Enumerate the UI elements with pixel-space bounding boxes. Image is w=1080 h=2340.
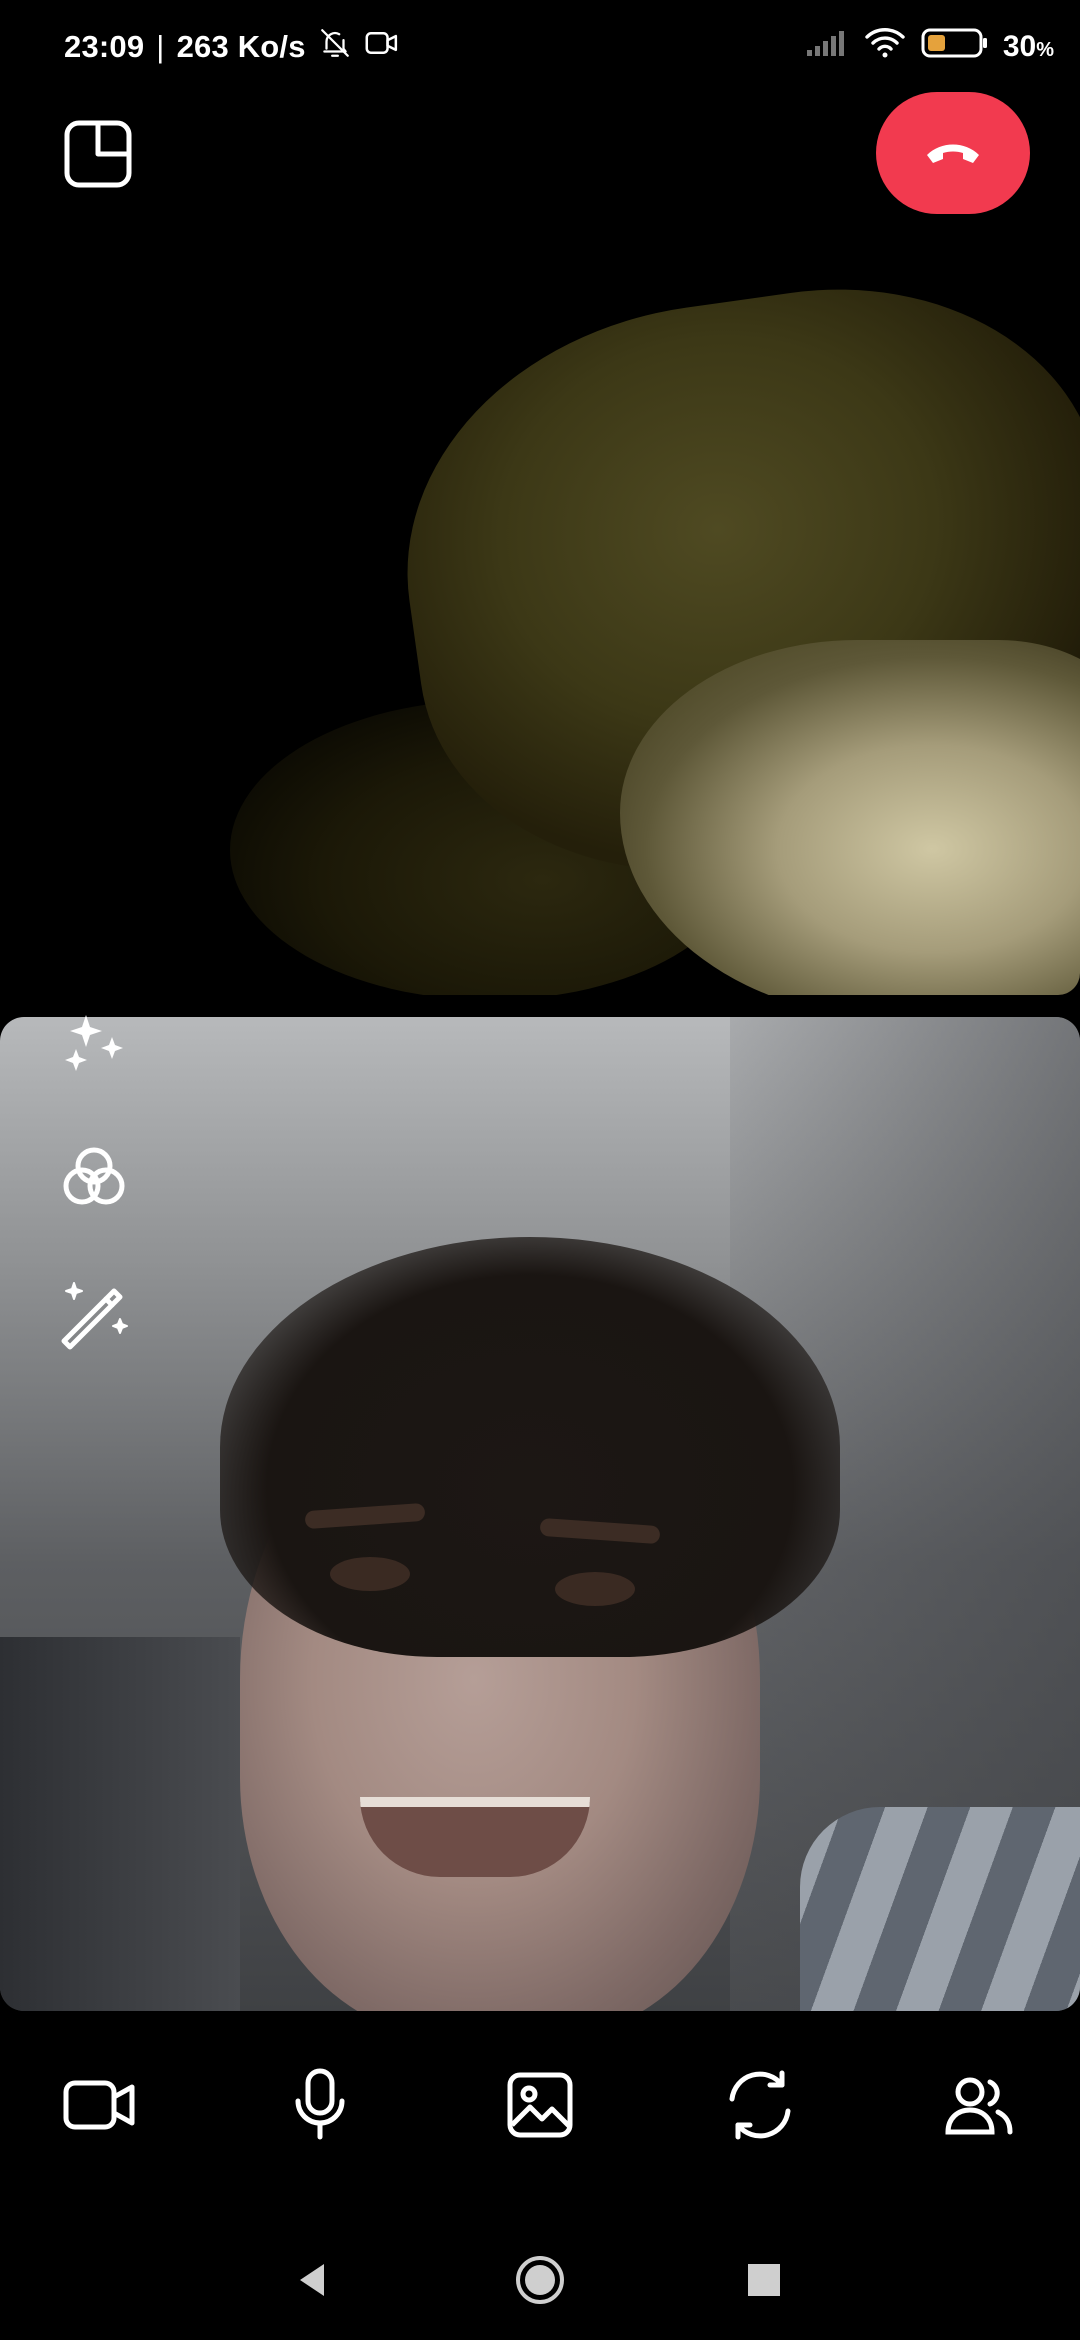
- battery-percent-unit: %: [1036, 39, 1054, 61]
- participants-icon[interactable]: [935, 2060, 1025, 2150]
- battery-percent: 30%: [1003, 30, 1054, 64]
- status-time: 23:09: [64, 29, 145, 64]
- recents-icon[interactable]: [734, 2250, 794, 2310]
- local-video-background: [0, 1637, 240, 2011]
- gallery-icon[interactable]: [495, 2060, 585, 2150]
- status-network-speed: 263 Ko/s: [176, 29, 306, 64]
- home-icon[interactable]: [510, 2250, 570, 2310]
- local-video-eye-left: [330, 1557, 410, 1591]
- magic-wand-icon[interactable]: [54, 1271, 134, 1351]
- back-icon[interactable]: [282, 2250, 342, 2310]
- layout-icon[interactable]: [62, 118, 134, 190]
- end-call-icon: [921, 131, 985, 176]
- battery-percent-value: 30: [1002, 30, 1037, 63]
- remote-video-blanket: [620, 640, 1080, 995]
- end-call-button[interactable]: [876, 92, 1030, 214]
- local-video[interactable]: [0, 1017, 1080, 2011]
- status-left: 23:09 | 263 Ko/s: [64, 26, 400, 68]
- battery-icon: [921, 27, 989, 67]
- status-right: 30%: [805, 26, 1054, 68]
- status-bar: 23:09 | 263 Ko/s 30%: [0, 0, 1080, 100]
- wifi-icon: [863, 26, 907, 68]
- status-separator: |: [156, 29, 165, 64]
- video-camera-small-icon: [364, 28, 400, 66]
- local-video-hair: [220, 1237, 840, 1657]
- switch-camera-icon[interactable]: [715, 2060, 805, 2150]
- signal-icon: [805, 28, 849, 66]
- local-video-shirt: [800, 1807, 1080, 2011]
- video-camera-icon[interactable]: [55, 2060, 145, 2150]
- bell-off-icon: [318, 26, 352, 68]
- call-controls: [0, 2060, 1080, 2190]
- local-video-eye-right: [555, 1572, 635, 1606]
- color-filter-icon[interactable]: [54, 1138, 134, 1218]
- microphone-icon[interactable]: [275, 2060, 365, 2150]
- navigation-bar: [0, 2220, 1080, 2340]
- sparkles-icon[interactable]: [54, 1005, 134, 1085]
